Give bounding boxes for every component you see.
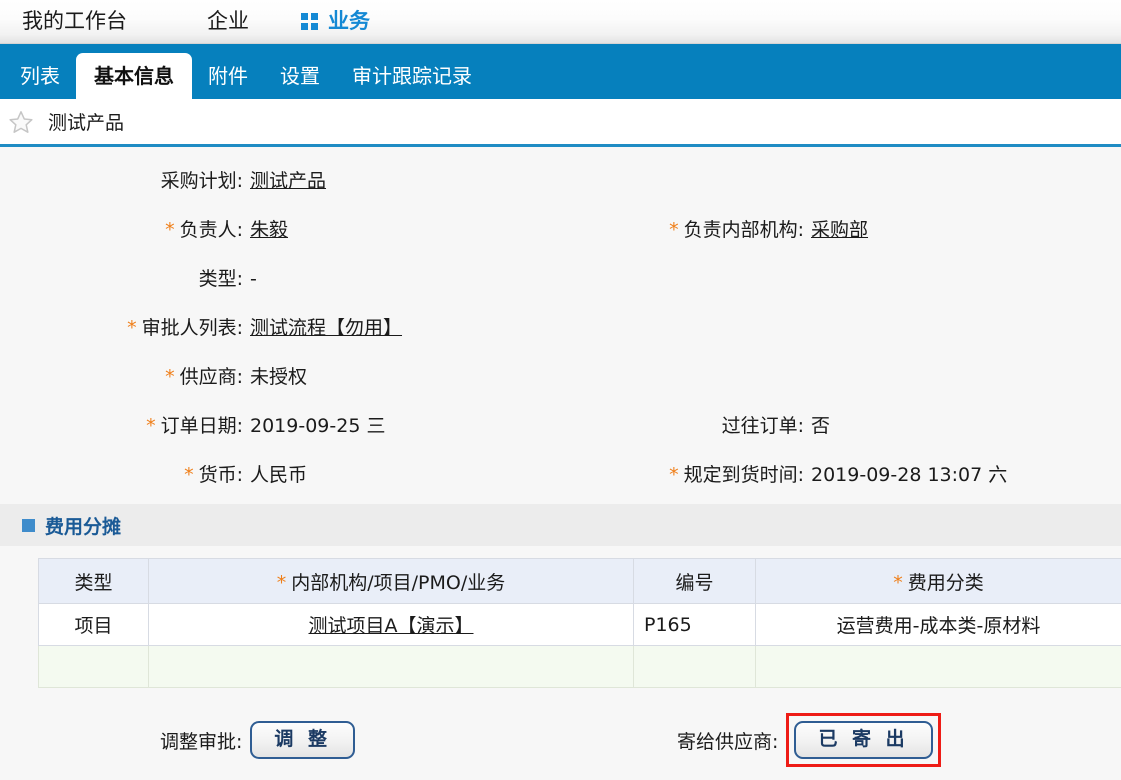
page-title: 测试产品: [48, 112, 125, 134]
field-value[interactable]: 朱毅: [250, 215, 560, 242]
tab-basic-info[interactable]: 基本信息: [76, 53, 192, 99]
required-asterisk: *: [127, 317, 137, 339]
form-row: * 供应商: 未授权: [0, 351, 1121, 400]
required-asterisk: *: [276, 571, 287, 594]
required-asterisk: *: [146, 415, 156, 437]
form-field-currency: * 货币: 人民币: [0, 460, 560, 487]
column-header-code: 编号: [633, 558, 756, 604]
topbar-item-label: 业务: [328, 9, 370, 33]
required-asterisk: *: [165, 366, 175, 388]
adjust-button[interactable]: 调 整: [250, 721, 356, 759]
send-label: 寄给供应商:: [677, 730, 779, 753]
cell-org-link[interactable]: 测试项目A【演示】: [309, 615, 474, 637]
cost-allocation-table: 类型 * 内部机构/项目/PMO/业务 编号 * 费用分类 项目 测试项目A【演示】…: [38, 558, 1121, 688]
star-icon[interactable]: [8, 109, 34, 135]
topbar-item-label: 我的工作台: [22, 9, 127, 33]
form-row: * 审批人列表: 测试流程【勿用】: [0, 302, 1121, 351]
cell-empty[interactable]: [148, 645, 634, 688]
field-value: 2019-09-28 13:07 六: [811, 464, 1008, 486]
required-asterisk: *: [669, 464, 679, 486]
field-value: 否: [811, 415, 831, 437]
form-row: 采购计划: 测试产品: [0, 155, 1121, 204]
section-header-cost-allocation: 费用分摊: [0, 504, 1121, 546]
field-label: 采购计划:: [160, 170, 243, 192]
column-header-org: * 内部机构/项目/PMO/业务: [148, 558, 634, 604]
form-field-type: 类型: -: [0, 264, 560, 291]
adjust-label: 调整审批:: [160, 730, 243, 753]
sent-button[interactable]: 已 寄 出: [794, 721, 933, 759]
field-label: * 负责人:: [165, 219, 243, 241]
field-label: 类型:: [198, 268, 243, 290]
topbar-item-label: 企业: [207, 9, 249, 33]
form-field-responsible-org: * 负责内部机构: 采购部: [560, 215, 1121, 242]
form-field-approver-list: * 审批人列表: 测试流程【勿用】: [0, 313, 560, 340]
tab-attachments[interactable]: 附件: [192, 53, 264, 99]
field-value: -: [250, 268, 257, 290]
field-value: 人民币: [250, 464, 308, 486]
form-row: 类型: -: [0, 253, 1121, 302]
tab-audit-trail[interactable]: 审计跟踪记录: [336, 53, 488, 99]
tab-bar: 列表 基本信息 附件 设置 审计跟踪记录: [0, 44, 1121, 99]
form-row: * 订单日期: 2019-09-25 三 过往订单: 否: [0, 400, 1121, 449]
topbar-item-workbench[interactable]: 我的工作台: [22, 11, 127, 32]
cell-type: 项目: [38, 603, 149, 646]
grid-icon: [301, 13, 318, 30]
form-field-required-arrival-time: * 规定到货时间: 2019-09-28 13:07 六: [560, 460, 1121, 487]
action-bar: 调整审批: 调 整 寄给供应商: 已 寄 出: [0, 710, 1121, 770]
required-asterisk: *: [184, 464, 194, 486]
table-row-empty[interactable]: [38, 645, 1121, 688]
tab-list[interactable]: 列表: [4, 53, 76, 99]
topbar-item-business[interactable]: 业务: [301, 11, 370, 32]
table-row: 项目 测试项目A【演示】 P165 运营费用-成本类-原材料: [38, 603, 1121, 646]
field-label: * 审批人列表:: [127, 317, 243, 339]
field-label: 过往订单:: [721, 415, 804, 437]
top-app-bar: 我的工作台 企业 业务: [0, 0, 1121, 44]
form-field-owner: * 负责人: 朱毅: [0, 215, 560, 242]
cell-code: P165: [633, 603, 756, 646]
record-title-bar: 测试产品: [0, 99, 1121, 147]
required-asterisk: *: [669, 219, 679, 241]
field-label: * 订单日期:: [146, 415, 243, 437]
cost-allocation-table-wrapper: 类型 * 内部机构/项目/PMO/业务 编号 * 费用分类 项目 测试项目A【演示】…: [0, 546, 1121, 688]
section-title: 费用分摊: [45, 515, 122, 538]
field-value: 2019-09-25 三: [250, 415, 386, 437]
column-header-category: * 费用分类: [755, 558, 1121, 604]
field-label: * 负责内部机构:: [669, 219, 804, 241]
field-value[interactable]: 测试产品: [250, 166, 560, 193]
field-value[interactable]: 采购部: [811, 215, 1121, 242]
tab-settings[interactable]: 设置: [264, 53, 336, 99]
field-value[interactable]: 测试流程【勿用】: [250, 313, 560, 340]
table-header-row: 类型 * 内部机构/项目/PMO/业务 编号 * 费用分类: [38, 558, 1121, 604]
field-value: 未授权: [250, 366, 308, 388]
form-field-order-date: * 订单日期: 2019-09-25 三: [0, 411, 560, 438]
topbar-item-enterprise[interactable]: 企业: [207, 11, 249, 32]
required-asterisk: *: [893, 571, 903, 594]
column-header-type: 类型: [38, 558, 149, 604]
field-label: * 货币:: [184, 464, 243, 486]
action-send-to-supplier: 寄给供应商: 已 寄 出: [677, 713, 941, 767]
cell-org: 测试项目A【演示】: [148, 603, 634, 646]
form-field-supplier: * 供应商: 未授权: [0, 362, 560, 389]
form-field-purchase-plan: 采购计划: 测试产品: [0, 166, 560, 193]
cell-empty[interactable]: [38, 645, 149, 688]
field-label: * 供应商:: [165, 366, 243, 388]
cell-empty[interactable]: [755, 645, 1121, 688]
field-label: * 规定到货时间:: [669, 464, 804, 486]
form-row: * 负责人: 朱毅 * 负责内部机构: 采购部: [0, 204, 1121, 253]
cell-category: 运营费用-成本类-原材料: [755, 603, 1121, 646]
form-field-past-order: 过往订单: 否: [560, 411, 1121, 438]
blue-square-icon: [22, 518, 35, 532]
cell-empty[interactable]: [633, 645, 756, 688]
form-row: * 货币: 人民币 * 规定到货时间: 2019-09-28 13:07 六: [0, 449, 1121, 498]
required-asterisk: *: [165, 219, 175, 241]
action-adjust-approval: 调整审批: 调 整: [160, 721, 356, 759]
detail-form: 采购计划: 测试产品 * 负责人: 朱毅 * 负责内部机构: 采购部 类型: - *…: [0, 147, 1121, 498]
highlight-annotation-box: 已 寄 出: [786, 713, 941, 767]
